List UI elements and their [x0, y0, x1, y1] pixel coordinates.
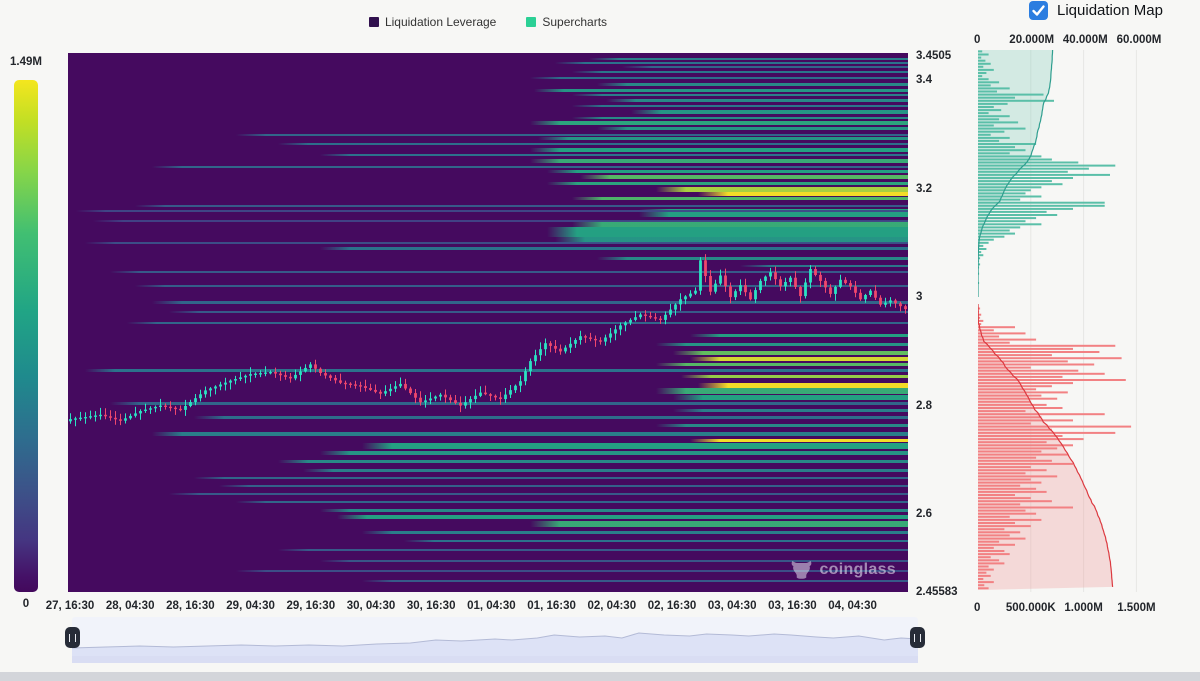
time-tick-label: 03, 04:30	[708, 600, 757, 612]
price-tick-label: 2.6	[916, 508, 932, 520]
time-tick-label: 30, 04:30	[347, 600, 396, 612]
legend-swatch-icon	[369, 17, 379, 27]
time-tick-label: 29, 16:30	[286, 600, 335, 612]
price-tick-label: 2.45583	[916, 586, 958, 598]
time-tick-label: 28, 04:30	[106, 600, 155, 612]
pause-icon	[69, 634, 76, 642]
legend-label: Supercharts	[542, 15, 607, 29]
navigator-area-chart	[72, 617, 918, 658]
cumulative-axis-tick: 20.000M	[1009, 34, 1054, 46]
amount-axis-tick: 1.000M	[1064, 602, 1102, 614]
time-tick-label: 02, 16:30	[648, 600, 697, 612]
liquidation-map-page: Liquidation LeverageSupercharts 1.49M 0 …	[0, 0, 1200, 681]
amount-axis-tick: 1.500M	[1117, 602, 1155, 614]
liquidation-map-label: Liquidation Map	[1057, 2, 1163, 19]
time-tick-label: 04, 04:30	[828, 600, 877, 612]
liquidation-map-panel: Liquidation Map 0 20.000M 40.000M 60.000M 0…	[965, 0, 1200, 681]
candlestick-overlay	[68, 53, 908, 592]
time-tick-label: 30, 16:30	[407, 600, 456, 612]
legend-swatch-icon	[526, 17, 536, 27]
time-tick-label: 27, 16:30	[46, 600, 95, 612]
navigator-bottom-strip	[72, 656, 918, 663]
price-tick-label: 3.2	[916, 183, 932, 195]
navigator-right-handle[interactable]	[910, 627, 925, 648]
colorbar-gradient	[14, 80, 38, 592]
colorbar-min-label: 0	[14, 598, 38, 610]
liquidation-depth-chart[interactable]	[978, 50, 1198, 592]
navigator-left-handle[interactable]	[65, 627, 80, 648]
amount-axis-tick: 0	[974, 602, 980, 614]
time-tick-label: 03, 16:30	[768, 600, 817, 612]
price-tick-label: 2.8	[916, 400, 932, 412]
legend-item[interactable]: Liquidation Leverage	[369, 15, 496, 29]
legend-item[interactable]: Supercharts	[526, 15, 607, 29]
legend-label: Liquidation Leverage	[385, 15, 496, 29]
cumulative-axis-tick: 60.000M	[1117, 34, 1162, 46]
time-tick-label: 01, 16:30	[527, 600, 576, 612]
coinglass-bull-icon	[791, 560, 812, 579]
time-axis: 27, 16:3028, 04:3028, 16:3029, 04:3029, …	[68, 600, 908, 615]
liquidation-heatmap[interactable]: coinglass	[68, 53, 908, 592]
cumulative-axis-tick: 0	[974, 34, 980, 46]
coinglass-watermark: coinglass	[791, 560, 896, 579]
checkmark-icon	[1029, 1, 1048, 20]
pause-icon	[914, 634, 921, 642]
range-navigator[interactable]	[72, 617, 918, 658]
price-tick-label: 3.4	[916, 74, 932, 86]
price-tick-label: 3	[916, 291, 922, 303]
time-tick-label: 28, 16:30	[166, 600, 215, 612]
price-tick-label: 3.4505	[916, 50, 951, 62]
cumulative-axis-tick: 40.000M	[1063, 34, 1108, 46]
checkbox-checked-icon[interactable]	[1029, 1, 1048, 20]
chart-legend: Liquidation Leverage Supercharts	[68, 15, 908, 29]
amount-axis-tick: 500.000K	[1006, 602, 1056, 614]
time-tick-label: 02, 04:30	[587, 600, 636, 612]
time-tick-label: 29, 04:30	[226, 600, 275, 612]
horizontal-scrollbar[interactable]	[0, 672, 1200, 681]
time-tick-label: 01, 04:30	[467, 600, 516, 612]
liquidation-map-toggle[interactable]: Liquidation Map	[1029, 1, 1163, 20]
watermark-text: coinglass	[819, 561, 896, 579]
colorbar-max-label: 1.49M	[10, 56, 42, 68]
